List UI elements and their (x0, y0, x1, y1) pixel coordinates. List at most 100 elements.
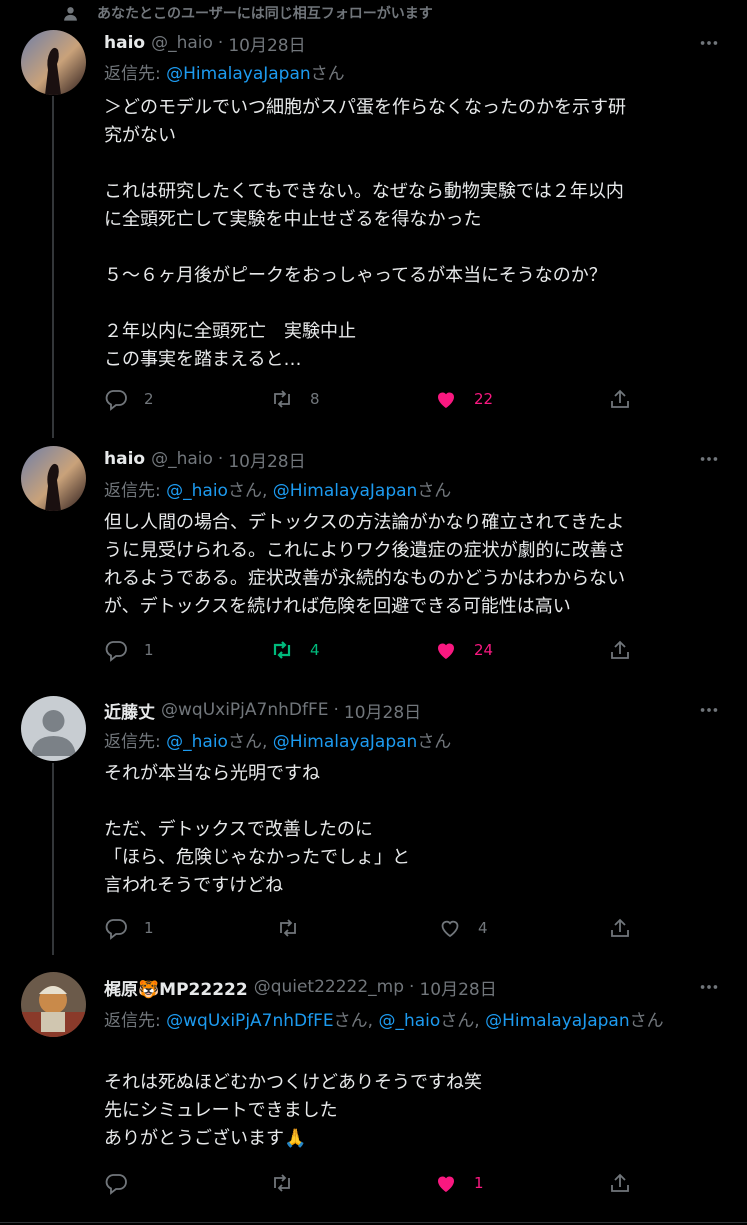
heart-filled-icon (438, 1176, 454, 1192)
reply-icon (105, 1174, 127, 1195)
retweet-button[interactable]: 8 (270, 386, 320, 412)
like-count: 24 (474, 641, 494, 659)
reply-count: 2 (144, 390, 154, 408)
mention-link[interactable]: @_haio (166, 481, 228, 501)
tweet-text: ＞どのモデルでいつ細胞がスパ蛋を作らなくなったのかを示す研 究がない これは研究… (104, 97, 626, 370)
share-icon (611, 1173, 629, 1192)
separator-dot: · (333, 700, 339, 720)
honorific: さん (417, 481, 452, 501)
honorific: さん (440, 1011, 475, 1031)
more-options-icon[interactable] (696, 699, 722, 721)
retweet-button[interactable] (270, 1170, 294, 1196)
tweet-date[interactable]: 10月28日 (344, 698, 421, 723)
retweet-count: 8 (310, 390, 320, 408)
avatar[interactable] (21, 30, 86, 95)
mention-link[interactable]: @_haio (166, 732, 228, 752)
reply-prefix: 返信先: (104, 732, 161, 752)
reply-button[interactable]: 1 (104, 915, 154, 941)
like-count: 22 (474, 390, 494, 408)
reply-button[interactable]: 2 (104, 386, 154, 412)
thread-line (52, 763, 54, 955)
like-button[interactable]: 4 (438, 915, 488, 941)
avatar[interactable] (21, 972, 86, 1037)
reply-button[interactable]: 1 (104, 637, 154, 663)
mention-link[interactable]: @HimalayaJapan (166, 64, 311, 84)
avatar[interactable] (21, 696, 86, 761)
separator-dot: · (409, 977, 415, 997)
tweet-header: 近藤丈 @wqUxiPjA7nhDfFE · 10月28日 (104, 697, 421, 723)
social-context: あなたとこのユーザーには同じ相互フォローがいます (62, 2, 433, 24)
tweet-actions: 2 8 22 (104, 386, 644, 412)
tweet-text: 但し人間の場合、デトックスの方法論がかなり確立されてきたよ うに見受けられる。こ… (104, 512, 626, 617)
avatar[interactable] (21, 446, 86, 511)
retweet-icon (274, 390, 290, 408)
more-options-icon[interactable] (696, 32, 722, 54)
separator-dot: · (217, 449, 224, 469)
display-name[interactable]: haio (104, 449, 145, 469)
reply-count: 1 (144, 919, 154, 937)
like-button[interactable]: 24 (434, 637, 493, 663)
user-handle[interactable]: @_haio (151, 33, 213, 53)
heart-filled-icon (438, 392, 454, 408)
honorific: さん (417, 732, 452, 752)
user-handle[interactable]: @wqUxiPjA7nhDfFE (161, 700, 329, 720)
display-name[interactable]: 梶原🐯MP22222 (104, 975, 248, 1000)
share-button[interactable] (608, 637, 632, 663)
tweet-date[interactable]: 10月28日 (228, 31, 305, 56)
divider (0, 1222, 747, 1223)
share-button[interactable] (608, 915, 632, 941)
thread-line (52, 96, 54, 438)
user-handle[interactable]: @_haio (151, 449, 213, 469)
tweet-text: それが本当なら光明ですね ただ、デトックスで改善したのに 「ほら、危険じゃなかっ… (104, 763, 410, 896)
like-button[interactable]: 22 (434, 386, 493, 412)
share-icon (611, 389, 629, 408)
retweet-count: 4 (310, 641, 320, 659)
tweet-header: haio @_haio · 10月28日 (104, 30, 306, 56)
reply-icon (105, 390, 127, 411)
reply-count: 1 (144, 641, 154, 659)
honorific: さん (629, 1011, 664, 1031)
reply-to: 返信先: @_haioさん, @HimalayaJapanさん (104, 732, 452, 752)
heart-outline-icon (441, 920, 459, 938)
tweet-actions: 1 4 (104, 915, 644, 941)
reply-prefix: 返信先: (104, 481, 161, 501)
separator-dot: · (217, 33, 224, 53)
reply-to: 返信先: @wqUxiPjA7nhDfFEさん, @_haioさん, @Hima… (104, 1011, 664, 1031)
tweet-header: haio @_haio · 10月28日 (104, 446, 306, 472)
reply-button[interactable] (104, 1170, 128, 1196)
social-context-text: あなたとこのユーザーには同じ相互フォローがいます (97, 6, 433, 22)
mention-link[interactable]: @HimalayaJapan (485, 1011, 630, 1031)
tweet-date[interactable]: 10月28日 (419, 975, 496, 1000)
reply-icon (105, 919, 127, 940)
tweet-date[interactable]: 10月28日 (228, 447, 305, 472)
more-options-icon[interactable] (696, 448, 722, 470)
share-icon (611, 640, 629, 659)
like-button[interactable]: 1 (434, 1170, 484, 1196)
tweet-header: 梶原🐯MP22222 @quiet22222_mp · 10月28日 (104, 974, 497, 1000)
reply-prefix: 返信先: (104, 64, 161, 84)
display-name[interactable]: haio (104, 33, 145, 53)
honorific: さん (227, 732, 262, 752)
share-button[interactable] (608, 1170, 632, 1196)
reply-icon (105, 641, 127, 662)
display-name[interactable]: 近藤丈 (104, 698, 155, 723)
retweet-button[interactable]: 4 (270, 637, 320, 663)
person-icon (64, 6, 77, 21)
mention-link[interactable]: @wqUxiPjA7nhDfFE (166, 1011, 334, 1031)
like-count: 1 (474, 1174, 484, 1192)
retweet-icon (274, 1174, 290, 1192)
mention-link[interactable]: @HimalayaJapan (273, 732, 418, 752)
more-options-icon[interactable] (696, 976, 722, 998)
share-button[interactable] (608, 386, 632, 412)
heart-filled-icon (438, 643, 454, 659)
tweet-text: それは死ぬほどむかつくけどありそうですね笑 先にシミュレートできました ありがと… (104, 1072, 482, 1149)
retweet-icon (280, 919, 296, 937)
mention-link[interactable]: @HimalayaJapan (273, 481, 418, 501)
like-count: 4 (478, 919, 488, 937)
tweet-actions: 1 4 24 (104, 637, 644, 663)
retweet-button[interactable] (276, 915, 300, 941)
mention-link[interactable]: @_haio (378, 1011, 440, 1031)
user-handle[interactable]: @quiet22222_mp (254, 977, 404, 997)
retweet-active-icon (273, 641, 291, 659)
share-icon (611, 918, 629, 937)
